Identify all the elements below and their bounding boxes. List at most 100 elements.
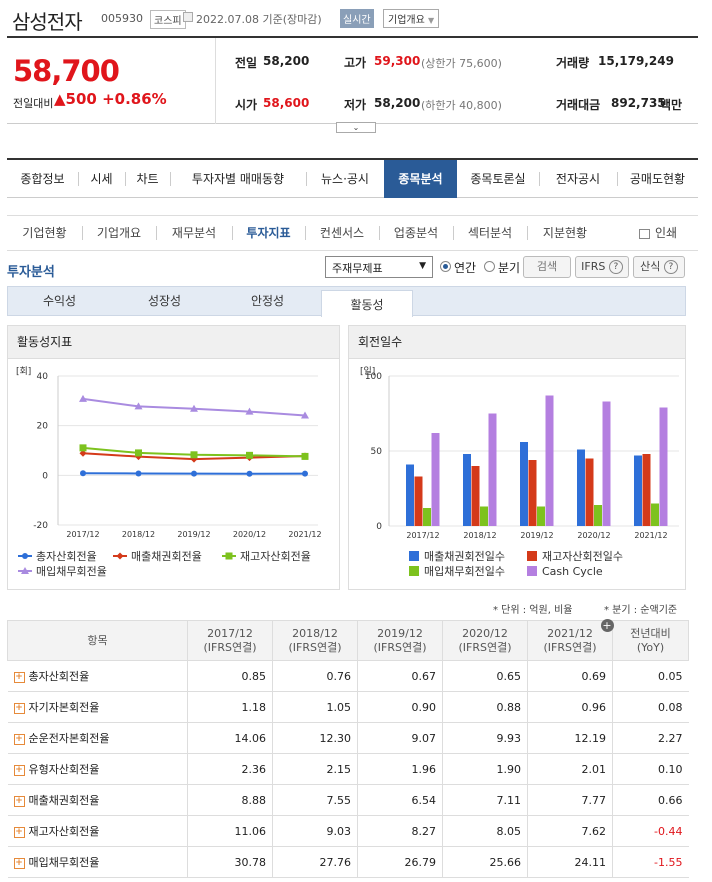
sub-nav-item[interactable]: 재무분석 — [156, 216, 232, 250]
bar[interactable] — [414, 476, 423, 527]
analysis-tab[interactable]: 성장성 — [113, 287, 216, 315]
expand-toggle-button[interactable]: ⌄ — [336, 122, 376, 133]
expand-plus-icon[interactable]: + — [600, 618, 614, 632]
ifrs-help-button[interactable]: IFRS ? — [575, 256, 629, 278]
statement-select[interactable]: 주재무제표 ▼ — [325, 256, 433, 278]
bar[interactable] — [528, 460, 537, 526]
bar[interactable] — [406, 464, 414, 527]
main-nav-item[interactable]: 종목토론실 — [457, 160, 539, 198]
analysis-tab[interactable]: 활동성 — [321, 290, 413, 317]
realtime-button[interactable]: 실시간 — [340, 9, 374, 28]
main-nav-item[interactable]: 뉴스·공시 — [306, 160, 384, 198]
analysis-tabs: 수익성 성장성 안정성 활동성 — [7, 286, 686, 317]
bar[interactable] — [634, 455, 642, 527]
legend-item[interactable]: 매입채무회전율 — [18, 565, 107, 578]
formula-help-button[interactable]: 산식 ? — [633, 256, 685, 278]
bar[interactable] — [537, 506, 545, 527]
main-nav-item[interactable]: 공매도현황 — [617, 160, 698, 198]
sub-nav-item[interactable]: 지분현황 — [527, 216, 603, 250]
expand-plus-icon[interactable]: + — [13, 795, 25, 807]
row-label[interactable]: + 자기자본회전율 — [7, 691, 188, 723]
bar[interactable] — [488, 413, 497, 527]
data-point[interactable] — [246, 470, 253, 477]
cell-value: 1.05 — [272, 691, 358, 723]
row-label[interactable]: + 총자산회전율 — [7, 660, 188, 692]
legend-item[interactable]: Cash Cycle — [527, 565, 603, 578]
bar[interactable] — [577, 449, 585, 527]
main-nav-item[interactable]: 차트 — [125, 160, 170, 198]
analysis-tab[interactable]: 수익성 — [8, 287, 111, 315]
legend-item[interactable]: 매입채무회전일수 — [409, 564, 505, 578]
legend-item[interactable]: 재고자산회전율 — [222, 550, 311, 563]
cell-value: 0.69 — [527, 660, 613, 692]
x-tick-label: 2019/12 — [177, 530, 210, 539]
column-header: 2019/12 (IFRS연결) — [357, 620, 443, 661]
column-header: 항목 — [7, 620, 188, 661]
legend-marker — [409, 551, 419, 561]
bar[interactable] — [585, 458, 594, 527]
sub-nav-item[interactable]: 기업현황 — [7, 216, 82, 250]
legend-item[interactable]: 매출채권회전일수 — [409, 549, 505, 563]
quarter-radio[interactable] — [484, 261, 495, 272]
volume-label: 거래량 — [556, 56, 590, 70]
annual-radio[interactable] — [440, 261, 451, 272]
expand-plus-icon[interactable]: + — [13, 857, 25, 869]
cell-value: 0.88 — [442, 691, 528, 723]
row-label[interactable]: + 재고자산회전율 — [7, 815, 188, 847]
bar[interactable] — [659, 407, 668, 527]
data-point[interactable] — [190, 451, 198, 459]
data-point[interactable] — [79, 444, 87, 452]
turnover-days-bar-chart: [일]1005002017/12 2018/12 2019/12 2020/12 202… — [360, 366, 679, 578]
row-label[interactable]: + 순운전자본회전율 — [7, 722, 188, 754]
legend-marker — [527, 551, 537, 561]
print-button[interactable]: 인쇄 — [633, 216, 683, 250]
bar[interactable] — [651, 503, 659, 527]
legend-item[interactable]: 매출채권회전율 — [113, 550, 202, 563]
cell-value: 30.78 — [187, 846, 273, 878]
data-point[interactable] — [301, 452, 309, 460]
sub-nav-item[interactable]: 투자지표 — [232, 216, 305, 250]
sub-nav-item[interactable]: 업종분석 — [379, 216, 453, 250]
bar[interactable] — [463, 454, 471, 526]
row-label[interactable]: + 매입채무회전율 — [7, 846, 188, 878]
row-label[interactable]: + 유형자산회전율 — [7, 753, 188, 785]
expand-plus-icon[interactable]: + — [13, 671, 25, 683]
main-nav-item[interactable]: 종합정보 — [7, 160, 78, 198]
expand-plus-icon[interactable]: + — [13, 826, 25, 838]
main-nav-item[interactable]: 종목분석 — [384, 160, 457, 198]
cell-value: 12.30 — [272, 722, 358, 754]
data-point[interactable] — [191, 470, 197, 477]
data-point[interactable] — [80, 470, 86, 477]
search-button[interactable]: 검색 — [523, 256, 571, 278]
row-label[interactable]: + 매출채권회전율 — [7, 784, 188, 816]
legend-item[interactable]: 재고자산회전일수 — [527, 549, 623, 563]
cell-value: 1.18 — [187, 691, 273, 723]
main-nav-item[interactable]: 시세 — [78, 160, 125, 198]
company-overview-dropdown[interactable]: 기업개요 ▼ — [383, 9, 440, 28]
upper-limit: (상한가 75,600) — [421, 57, 502, 70]
data-point[interactable] — [135, 449, 142, 457]
bar[interactable] — [520, 442, 528, 526]
expand-plus-icon[interactable]: + — [13, 702, 25, 714]
expand-plus-icon[interactable]: + — [13, 764, 25, 776]
bar[interactable] — [480, 506, 488, 527]
column-header: 2020/12 (IFRS연결) — [442, 620, 528, 661]
bar[interactable] — [602, 401, 611, 527]
main-nav-item[interactable]: 투자자별 매매동향 — [170, 160, 306, 198]
data-point[interactable] — [135, 470, 142, 477]
bar[interactable] — [431, 433, 440, 526]
sub-nav-item[interactable]: 기업개요 — [82, 216, 156, 250]
legend-item[interactable]: 총자산회전율 — [18, 550, 97, 563]
bar[interactable] — [642, 454, 651, 526]
expand-plus-icon[interactable]: + — [13, 733, 25, 745]
sub-nav-item[interactable]: 섹터분석 — [453, 216, 527, 250]
bar[interactable] — [594, 505, 602, 526]
data-point[interactable] — [302, 470, 308, 477]
analysis-tab[interactable]: 안정성 — [216, 287, 319, 315]
main-nav-item[interactable]: 전자공시 — [539, 160, 617, 198]
bar[interactable] — [471, 466, 480, 526]
data-point[interactable] — [246, 451, 253, 459]
bar[interactable] — [423, 508, 431, 526]
sub-nav-item[interactable]: 컨센서스 — [305, 216, 379, 250]
bar[interactable] — [545, 395, 554, 527]
